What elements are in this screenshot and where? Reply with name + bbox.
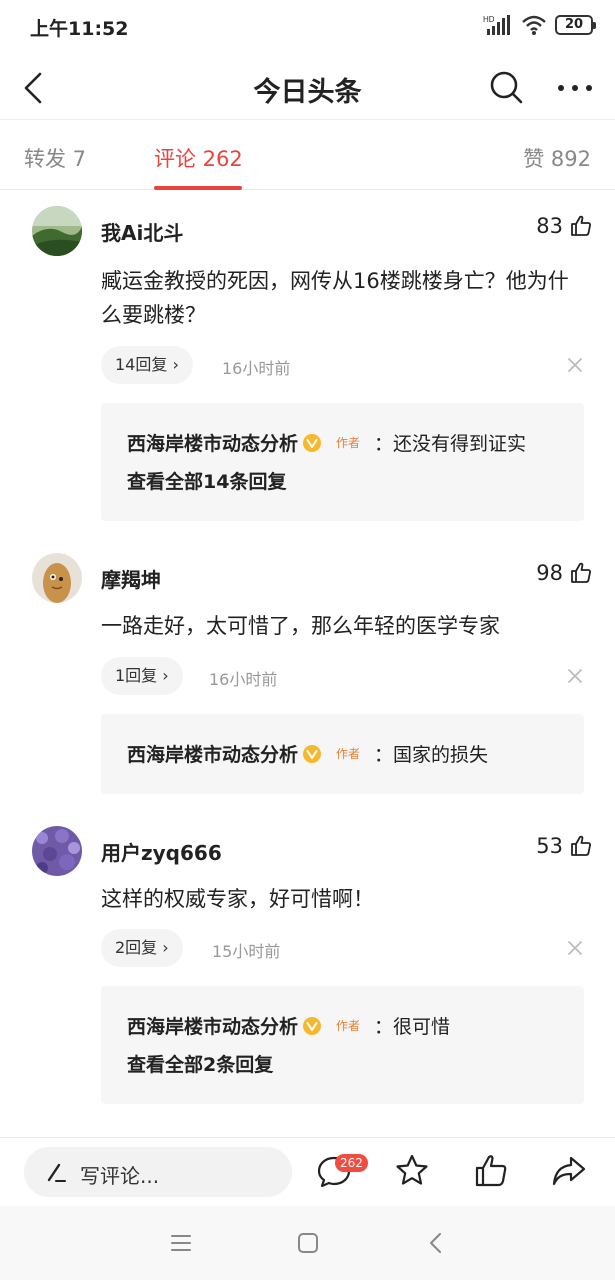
verified-icon [303,1016,322,1035]
reply-box[interactable]: 西海岸楼市动态分析 作者 ：还没有得到证实 查看全部14条回复 [101,403,584,521]
more-icon[interactable] [555,70,595,106]
verified-icon [303,744,322,763]
like-button[interactable]: 83 [536,214,593,238]
reply-count: 14回复 [115,355,168,374]
system-nav-bar [0,1206,615,1280]
comment-time: 16小时前 [209,670,278,689]
status-time: 上午11:52 [30,18,129,40]
search-icon[interactable] [487,68,525,106]
like-button[interactable]: 98 [536,561,593,585]
reply-count-button[interactable]: 14回复 › [101,346,193,384]
share-icon[interactable] [550,1152,588,1190]
reply-author[interactable]: 西海岸楼市动态分析 [127,740,298,767]
status-icons: HD 20 [483,14,596,36]
reply-count-button[interactable]: 2回复 › [101,929,183,967]
reply-box[interactable]: 西海岸楼市动态分析 作者 ：国家的损失 [101,714,584,794]
like-count: 98 [536,561,563,585]
tab-repost[interactable]: 转发 7 [24,143,86,173]
home-icon[interactable] [293,1228,323,1258]
reply-count: 2回复 [115,938,158,957]
close-icon[interactable] [563,353,587,377]
comment-text: 臧运金教授的死因，网传从16楼跳楼身亡？他为什么要跳楼？ [101,269,569,327]
title-bar: 今日头条 [0,56,615,120]
comment-username[interactable]: 摩羯坤 [101,564,161,593]
close-icon[interactable] [563,664,587,688]
reply-line: 西海岸楼市动态分析 作者 ：国家的损失 [127,740,488,767]
bottom-action-bar: 写评论... 262 [0,1137,615,1205]
pen-icon [47,1163,66,1182]
author-tag: 作者 [336,1019,361,1033]
avatar[interactable] [32,826,82,876]
landscape-avatar-icon [32,206,82,256]
author-tag: 作者 [336,436,361,450]
reply-author[interactable]: 西海岸楼市动态分析 [127,1012,298,1039]
tab-comment[interactable]: 评论 262 [154,143,243,173]
thumb-up-icon [571,215,591,236]
like-count: 53 [536,834,563,858]
battery-indicator: 20 [555,15,596,35]
comment-time: 15小时前 [212,942,281,961]
chevron-right-icon: › [162,666,169,685]
write-comment-input[interactable]: 写评论... [24,1147,292,1197]
reply-line: 西海岸楼市动态分析 作者 ：还没有得到证实 [127,429,526,456]
avatar[interactable] [32,553,82,603]
chevron-right-icon: › [162,938,169,957]
avatar[interactable] [32,206,82,256]
like-button[interactable]: 53 [536,834,593,858]
comment-count-badge: 262 [335,1154,368,1172]
view-all-replies-link[interactable]: 查看全部2条回复 [127,1050,273,1077]
comment-text: 这样的权威专家，好可惜啊！ [101,887,374,911]
back-icon[interactable] [421,1228,451,1258]
reply-count-button[interactable]: 1回复 › [101,657,183,695]
comment-username[interactable]: 我Ai北斗 [101,217,183,246]
status-bar: 上午11:52 HD 20 [0,0,615,56]
like-count: 83 [536,214,563,238]
star-icon[interactable] [393,1152,431,1190]
flower-avatar-icon [32,826,82,876]
chevron-right-icon: › [172,355,179,374]
verified-icon [303,433,322,452]
view-all-replies-link[interactable]: 查看全部14条回复 [127,467,286,494]
reply-text: ：国家的损失 [374,744,489,766]
comment-time: 16小时前 [222,359,291,378]
wifi-icon [522,15,546,35]
reply-line: 西海岸楼市动态分析 作者 ：很可惜 [127,1012,450,1039]
menu-icon[interactable] [166,1228,196,1258]
reply-box[interactable]: 西海岸楼市动态分析 作者 ：很可惜 查看全部2条回复 [101,986,584,1104]
hd-label: HD [483,15,495,24]
active-tab-indicator [154,186,242,190]
close-icon[interactable] [563,936,587,960]
reply-text: ：很可惜 [374,1016,451,1038]
thumb-up-icon[interactable] [472,1152,510,1190]
author-tag: 作者 [336,747,361,761]
comment-username[interactable]: 用户zyq666 [101,837,222,866]
thumb-up-icon [571,835,591,856]
signal-icon: HD [483,15,510,35]
cartoon-avatar-icon [32,553,82,603]
tab-bar: 转发 7 评论 262 赞 892 [0,121,615,190]
reply-text: ：还没有得到证实 [374,433,527,455]
write-comment-placeholder: 写评论... [80,1164,160,1188]
reply-count: 1回复 [115,666,158,685]
tab-like[interactable]: 赞 892 [523,143,591,173]
thumb-up-icon [571,562,591,583]
comment-text: 一路走好，太可惜了，那么年轻的医学专家 [101,614,500,638]
reply-author[interactable]: 西海岸楼市动态分析 [127,429,298,456]
